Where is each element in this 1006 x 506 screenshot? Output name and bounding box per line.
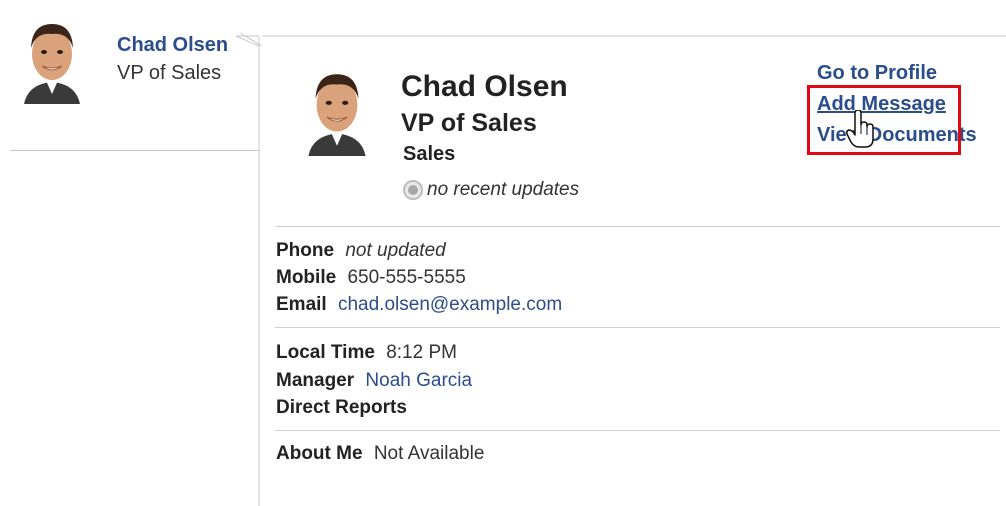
- email-row: Email chad.olsen@example.com: [276, 294, 562, 316]
- local-time-value: 8:12 PM: [386, 342, 457, 363]
- profile-department: Sales: [403, 143, 456, 165]
- phone-value: not updated: [345, 240, 446, 261]
- email-link[interactable]: chad.olsen@example.com: [338, 294, 562, 315]
- status-row: no recent updates: [403, 178, 579, 202]
- profile-name: Chad Olsen: [401, 70, 568, 103]
- mini-card-name-link[interactable]: Chad Olsen: [117, 34, 228, 57]
- about-me-row: About Me Not Available: [276, 443, 484, 465]
- status-text: no recent updates: [427, 179, 580, 200]
- manager-label: Manager: [276, 370, 355, 391]
- phone-label: Phone: [276, 240, 335, 261]
- email-label: Email: [276, 294, 327, 315]
- phone-row: Phone not updated: [276, 240, 446, 262]
- highlight-box: [807, 85, 961, 155]
- mini-card-divider: [10, 150, 260, 151]
- hand-pointer-icon: [846, 110, 874, 148]
- status-circle-icon: [403, 180, 423, 200]
- direct-reports-row: Direct Reports: [276, 397, 413, 419]
- mobile-value: 650-555-5555: [347, 267, 466, 288]
- section-divider: [275, 226, 1000, 227]
- section-divider: [275, 430, 1000, 431]
- mobile-row: Mobile 650-555-5555: [276, 267, 466, 289]
- manager-row: Manager Noah Garcia: [276, 370, 472, 392]
- local-time-label: Local Time: [276, 342, 375, 363]
- mobile-label: Mobile: [276, 267, 337, 288]
- about-me-value: Not Available: [373, 443, 485, 464]
- profile-title: VP of Sales: [401, 109, 537, 137]
- manager-link[interactable]: Noah Garcia: [365, 370, 472, 391]
- go-to-profile-link[interactable]: Go to Profile: [817, 62, 937, 85]
- about-me-label: About Me: [276, 443, 363, 464]
- profile-avatar: [302, 64, 372, 156]
- mini-card-title: VP of Sales: [117, 62, 222, 84]
- local-time-row: Local Time 8:12 PM: [276, 342, 457, 364]
- direct-reports-label: Direct Reports: [276, 397, 407, 418]
- mini-avatar[interactable]: [18, 14, 86, 104]
- section-divider: [275, 327, 1000, 328]
